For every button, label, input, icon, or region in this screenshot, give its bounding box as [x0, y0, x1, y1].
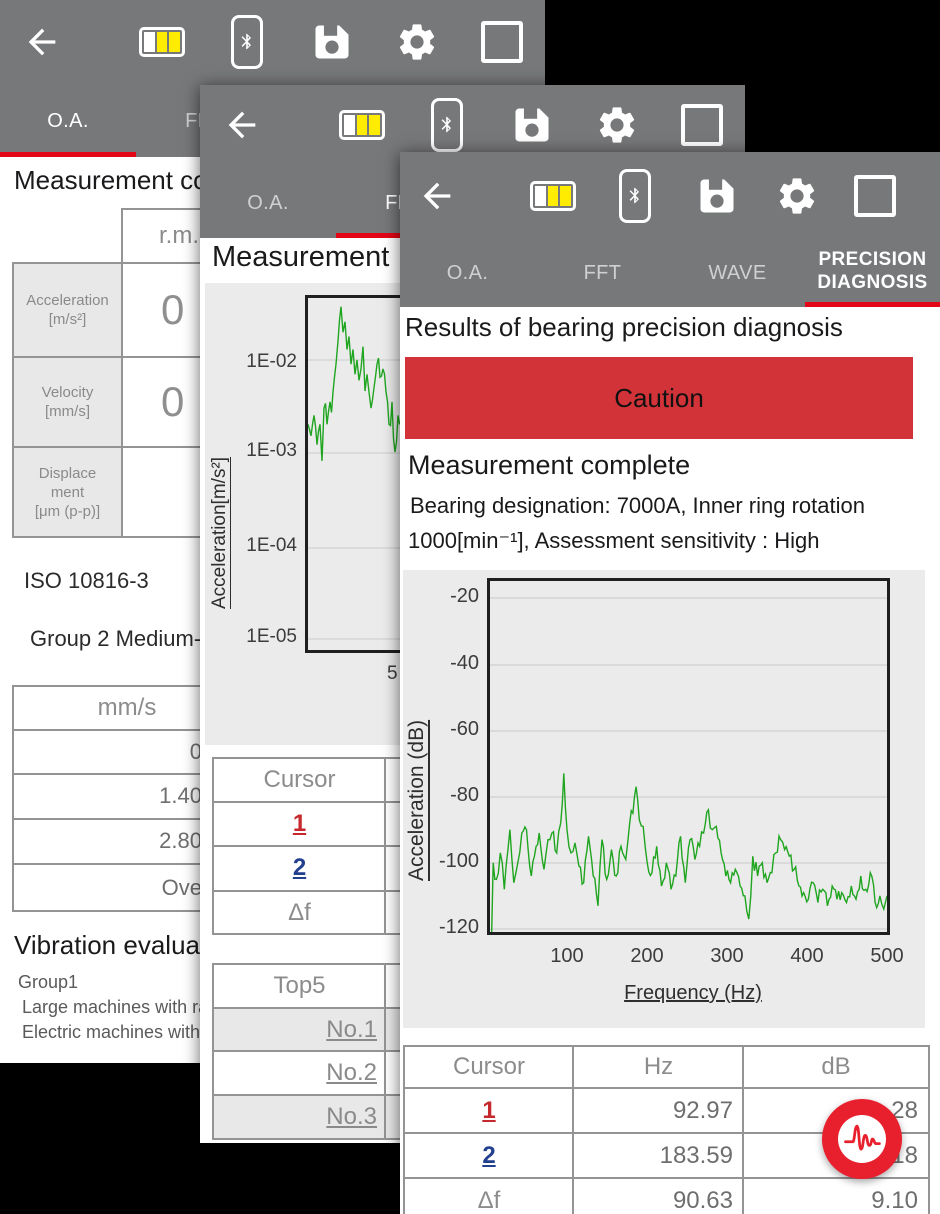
cursor-2-cell: 2 [403, 1132, 575, 1179]
x-tick: 400 [777, 945, 837, 968]
no1-link[interactable]: No.1 [214, 1009, 385, 1051]
gear-icon[interactable] [595, 103, 639, 147]
delta-f-db: 9.10 [742, 1177, 930, 1214]
caution-status-banner: Caution [405, 357, 913, 439]
y-tick: -120 [411, 916, 479, 939]
col-header-db: dB [742, 1045, 930, 1089]
delta-f-row: Δf [212, 890, 387, 935]
screen: O.A. FFT Measurement complete r.m.s. Acc… [0, 0, 940, 1214]
y-tick: -20 [411, 585, 479, 608]
col-header-hz: Hz [572, 1045, 745, 1089]
top5-no2-row: No.2 [212, 1050, 387, 1096]
y-tick: -80 [411, 784, 479, 807]
bearing-designation-line: Bearing designation: 7000A, Inner ring r… [410, 493, 865, 519]
delta-f-cell: Δf [403, 1177, 575, 1214]
battery-icon[interactable] [339, 110, 385, 140]
x-tick: 200 [617, 945, 677, 968]
y-tick: -100 [411, 850, 479, 873]
y-axis-label: Acceleration[m/s²] [209, 393, 231, 673]
save-icon[interactable] [310, 20, 354, 64]
cursor-1-cell: 1 [403, 1087, 575, 1134]
machines-line-1: Large machines with rat [22, 997, 213, 1018]
top5-no1-row: No.1 [212, 1007, 387, 1052]
tab-oa[interactable]: O.A. [200, 192, 336, 215]
row-label-velocity: Velocity[mm/s] [12, 356, 123, 448]
group-label: Group 2 Medium- [30, 626, 201, 652]
y-tick: 1E-05 [233, 626, 297, 648]
bluetooth-phone-icon[interactable] [431, 98, 463, 152]
square-icon[interactable] [481, 21, 523, 63]
tab-oa[interactable]: O.A. [400, 262, 535, 285]
active-tab-underline [805, 302, 940, 307]
iso-standard-label: ISO 10816-3 [24, 568, 149, 594]
gear-icon[interactable] [775, 174, 819, 218]
y-tick: 1E-02 [233, 351, 297, 373]
back-icon[interactable] [417, 176, 457, 216]
machines-line-2: Electric machines with s [22, 1022, 214, 1043]
vibration-evaluation-title: Vibration evalua [14, 930, 200, 961]
group1-label: Group1 [18, 972, 78, 993]
save-icon[interactable] [695, 174, 739, 218]
top5-no3-row: No.3 [212, 1094, 387, 1140]
spectrum-plot-area[interactable] [487, 578, 890, 935]
y-tick: -40 [411, 652, 479, 675]
page-title: Measurement [212, 241, 389, 274]
toolbar [400, 152, 940, 240]
bluetooth-phone-icon[interactable] [231, 15, 263, 69]
cursor-2-link[interactable]: 2 [405, 1134, 573, 1177]
row-label-displacement: Displacement[μm (p-p)] [12, 446, 123, 538]
spectrum-chart-panel: Acceleration (dB) -20 -40 -60 -80 -100 -… [403, 570, 925, 1028]
no2-link[interactable]: No.2 [214, 1052, 385, 1094]
back-icon[interactable] [222, 105, 262, 145]
cursor-2-link[interactable]: 2 [214, 847, 385, 889]
y-tick: 1E-04 [233, 535, 297, 557]
y-tick: -60 [411, 718, 479, 741]
tab-wave[interactable]: WAVE [670, 262, 805, 285]
x-tick: 500 [857, 945, 917, 968]
battery-icon[interactable] [139, 27, 185, 57]
top5-header: Top5 [212, 963, 387, 1009]
tab-fft[interactable]: FFT [535, 262, 670, 285]
cursor-1-link[interactable]: 1 [214, 803, 385, 845]
bluetooth-phone-icon[interactable] [619, 169, 651, 223]
tab-bar: O.A. FFT WAVE PRECISION DIAGNOSIS [400, 240, 940, 307]
battery-icon[interactable] [530, 181, 576, 211]
y-tick: 1E-03 [233, 440, 297, 462]
cursor-2-row: 2 [212, 845, 387, 892]
x-tick: 100 [537, 945, 597, 968]
delta-f-hz: 90.63 [572, 1177, 745, 1214]
vibration-measure-fab[interactable] [822, 1099, 902, 1179]
cursor-table-header: Cursor [212, 757, 387, 803]
save-icon[interactable] [510, 103, 554, 147]
page-title: Results of bearing precision diagnosis [405, 312, 843, 343]
x-axis-label: Frequency (Hz) [593, 982, 793, 1005]
tab-precision-diagnosis[interactable]: PRECISION DIAGNOSIS [805, 248, 940, 294]
active-tab-underline [0, 152, 136, 157]
col-header-cursor: Cursor [403, 1045, 575, 1089]
square-icon[interactable] [854, 175, 896, 217]
window-precision-diagnosis: O.A. FFT WAVE PRECISION DIAGNOSIS Result… [400, 152, 940, 1214]
cursor-2-hz: 183.59 [572, 1132, 745, 1179]
cursor-1-hz: 92.97 [572, 1087, 745, 1134]
x-tick: 5 [387, 663, 398, 685]
spectrum-trace [490, 581, 887, 932]
no3-link[interactable]: No.3 [214, 1096, 385, 1138]
back-icon[interactable] [22, 22, 62, 62]
measurement-complete-label: Measurement complete [408, 450, 690, 481]
x-tick: 300 [697, 945, 757, 968]
tab-oa[interactable]: O.A. [0, 110, 136, 133]
rotation-sensitivity-line: 1000[min⁻¹], Assessment sensitivity : Hi… [408, 528, 819, 554]
row-label-acceleration: Acceleration[m/s²] [12, 262, 123, 358]
cursor-1-row: 1 [212, 801, 387, 847]
square-icon[interactable] [681, 104, 723, 146]
cursor-1-link[interactable]: 1 [405, 1089, 573, 1132]
toolbar [0, 0, 545, 85]
gear-icon[interactable] [395, 20, 439, 64]
waveform-icon [838, 1115, 886, 1163]
